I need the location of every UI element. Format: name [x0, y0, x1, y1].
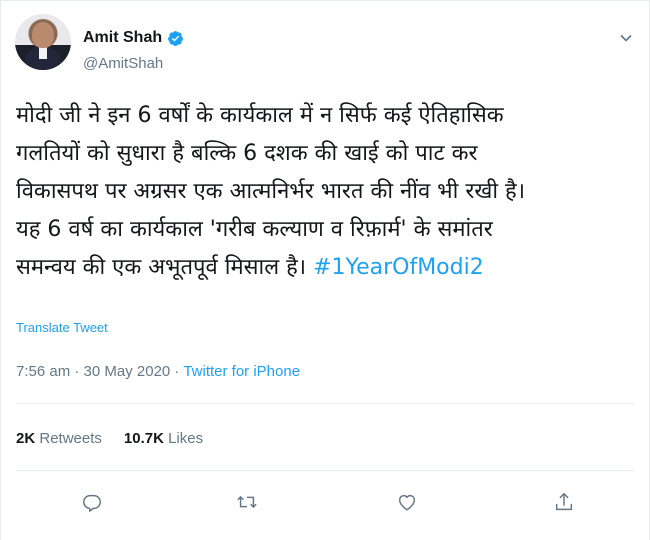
tweet-text-line: मोदी जी ने इन 6 वर्षों के कार्यकाल में न…: [16, 103, 504, 128]
likes-label: Likes: [168, 430, 204, 447]
retweets-label: Retweets: [39, 430, 102, 447]
tweet-source-link[interactable]: Twitter for iPhone: [183, 363, 300, 380]
likes-stat[interactable]: 10.7K Likes: [124, 430, 203, 447]
tweet-stats: 2K Retweets 10.7K Likes: [16, 430, 203, 447]
tweet-text-line: यह 6 वर्ष का कार्यकाल 'गरीब कल्याण व रिफ…: [16, 217, 493, 242]
avatar-collar: [39, 47, 47, 59]
tweet-text-fragment: समन्वय की एक अभूतपूर्व मिसाल है।: [16, 255, 307, 280]
heart-icon[interactable]: [396, 491, 418, 513]
hashtag-link[interactable]: #1YearOfModi2: [313, 255, 484, 280]
tweet-text: मोदी जी ने इन 6 वर्षों के कार्यकाल में न…: [16, 97, 641, 287]
tweet-text-line-last: समन्वय की एक अभूतपूर्व मिसाल है। #1YearO…: [16, 249, 641, 287]
share-icon[interactable]: [553, 491, 575, 513]
divider: [16, 470, 634, 471]
avatar[interactable]: [15, 14, 71, 70]
author-handle[interactable]: @AmitShah: [83, 55, 163, 72]
retweet-icon[interactable]: [236, 491, 258, 513]
retweets-stat[interactable]: 2K Retweets: [16, 430, 102, 447]
tweet-timestamp[interactable]: 7:56 am · 30 May 2020 ·: [16, 363, 183, 380]
author-name-row: Amit Shah: [83, 29, 184, 47]
tweet-text-line: विकासपथ पर अग्रसर एक आत्मनिर्भर भारत की …: [16, 179, 526, 204]
tweet-text-line: गलतियों को सुधारा है बल्कि 6 दशक की खाई …: [16, 141, 478, 166]
divider: [16, 403, 634, 404]
tweet-card: Amit Shah @AmitShah मोदी जी ने इन 6 वर्ष…: [0, 0, 650, 540]
retweets-count: 2K: [16, 430, 36, 447]
likes-count: 10.7K: [123, 430, 164, 447]
tweet-metadata: 7:56 am · 30 May 2020 · Twitter for iPho…: [16, 363, 300, 380]
author-display-name[interactable]: Amit Shah: [83, 29, 162, 47]
chevron-down-icon[interactable]: [619, 31, 633, 45]
translate-tweet-link[interactable]: Translate Tweet: [16, 320, 108, 335]
verified-badge-icon: [168, 30, 184, 46]
reply-icon[interactable]: [81, 491, 103, 513]
avatar-face: [32, 22, 54, 48]
